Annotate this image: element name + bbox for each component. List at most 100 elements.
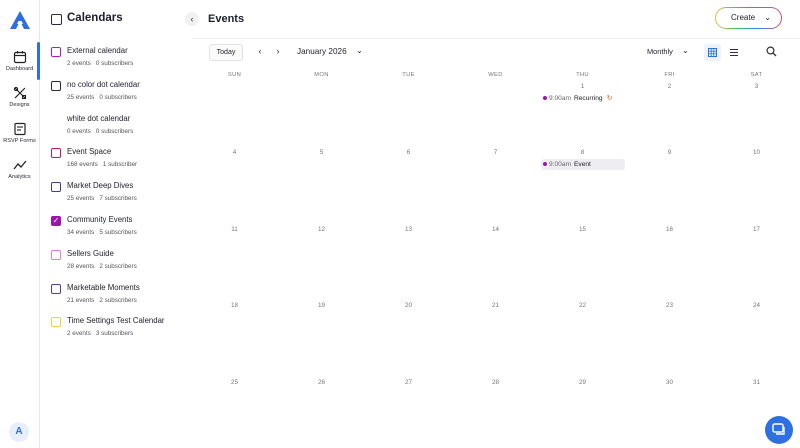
day-cell[interactable]: 25 [191,379,278,386]
day-cell[interactable]: 16 [626,226,713,233]
day-cell[interactable]: 6 [365,149,452,156]
calendar-checkbox[interactable] [51,80,61,91]
day-cell[interactable]: 22 [539,302,626,309]
subscriber-count: 1 subscriber [102,161,138,169]
calendar-item[interactable]: Market Deep Dives 25 events 7 subscribers [50,181,192,211]
chat-support-button[interactable] [765,416,793,444]
calendar-checkbox[interactable] [51,283,61,294]
calendar-item[interactable]: Marketable Moments 21 events 2 subscribers [50,283,192,313]
app-root: Dashboard Designs RSVP Forms Analytics A… [0,0,800,448]
nav-item-dashboard[interactable]: Dashboard [0,50,39,82]
day-cell[interactable]: 9 [626,149,713,156]
nav-item-analytics[interactable]: Analytics [0,158,39,190]
day-cell[interactable]: 3 [713,83,800,90]
day-cell[interactable]: 17 [713,226,800,233]
calendar-name: Event Space [67,147,112,157]
select-all-checkbox[interactable] [51,14,62,25]
day-cell[interactable]: 15 [539,226,626,233]
calendars-title: Calendars [67,12,123,24]
event-count: 2 events [67,60,91,67]
calendar-checkbox[interactable] [51,182,61,193]
day-cell[interactable]: 27 [365,379,452,386]
list-view-icon[interactable] [729,48,739,57]
chevron-right-icon: › [276,46,280,56]
calendar-checkbox[interactable] [51,148,61,159]
day-cell[interactable]: 20 [365,302,452,309]
day-cell[interactable]: 1 [539,83,626,90]
create-button[interactable]: Create ⌄ [715,7,782,29]
calendar-item[interactable]: Event Space 168 events 1 subscriber [50,147,192,177]
day-cell[interactable]: 8 [539,149,626,156]
day-cell[interactable]: 11 [191,226,278,233]
calendar-meta: 2 events 0 subscribers [67,60,133,67]
day-cell[interactable]: 26 [278,379,365,386]
event-count: 21 events [67,296,95,304]
calendar-checkbox[interactable] [51,249,61,260]
day-cell[interactable]: 19 [278,302,365,309]
event-color-dot [543,161,547,166]
calendar-checkbox[interactable] [51,317,61,328]
day-cell[interactable]: 28 [452,379,539,386]
chevron-down-icon[interactable]: ⌄ [682,46,689,55]
calendar-meta: 168 events 1 subscriber [67,161,137,168]
left-nav: Dashboard Designs RSVP Forms Analytics A [0,0,40,448]
search-icon[interactable] [766,46,777,57]
day-cell[interactable]: 18 [191,302,278,309]
day-cell[interactable]: 24 [713,302,800,309]
day-cell[interactable]: 10 [713,149,800,156]
day-cell[interactable]: 4 [191,149,278,156]
calendar-item[interactable]: ✓ Community Events 34 events 5 subscribers [50,215,192,245]
event-count: 25 events [67,93,95,101]
day-cell[interactable]: 23 [626,302,713,309]
grid-view-button[interactable] [704,44,721,61]
nav-item-label: Analytics [8,174,31,180]
nav-item-rsvp-forms[interactable]: RSVP Forms [0,122,39,154]
form-icon [13,122,26,136]
day-cell[interactable]: 13 [365,226,452,233]
next-month-button[interactable]: › [272,46,284,56]
calendar-name: white dot calendar [67,113,131,123]
day-cell[interactable]: 31 [713,379,800,386]
calendar-meta: 2 events 3 subscribers [67,330,133,337]
prev-month-button[interactable]: ‹ [254,46,266,56]
calendar-item[interactable]: Time Settings Test Calendar 2 events 3 sub… [50,316,192,346]
event-color-dot [543,95,547,100]
nav-item-designs[interactable]: Designs [0,86,39,118]
chevron-down-icon[interactable]: ⌄ [356,46,363,55]
designs-icon [13,86,26,100]
calendar-name: Time Settings Test Calendar [67,316,165,326]
calendar-checkbox[interactable] [51,115,61,125]
weekday-header: MON [314,72,329,78]
today-button[interactable]: Today [209,44,243,61]
subscriber-count: 3 subscribers [95,330,134,338]
weekday-header: THU [576,72,589,78]
day-cell[interactable]: 29 [539,379,626,386]
calendar-checkbox[interactable]: ✓ [51,216,61,226]
calendar-item[interactable]: white dot calendar 0 events 0 subscribers [50,114,192,144]
event-chip[interactable]: 9:00am Recurring ↻ [541,93,612,104]
subscriber-count: 7 subscribers [99,195,137,203]
recurring-icon: ↻ [606,95,613,102]
calendar-checkbox[interactable] [51,47,61,57]
calendar-name: Sellers Guide [67,248,114,258]
day-cell[interactable]: 14 [452,226,539,233]
day-cell[interactable]: 30 [626,379,713,386]
month-label[interactable]: January 2026 [297,47,347,56]
day-cell[interactable]: 2 [626,83,713,90]
event-count: 168 events [67,161,98,169]
nav-item-label: Designs [9,102,30,108]
calendar-item[interactable]: no color dot calendar 25 events 0 subscrib… [50,80,192,110]
calendar-item[interactable]: Sellers Guide 28 events 2 subscribers [50,249,192,279]
calendar-item[interactable]: External calendar 2 events 0 subscribers [50,46,192,76]
calendar-meta: 0 events 0 subscribers [67,128,133,135]
day-cell[interactable]: 7 [452,149,539,156]
day-cell[interactable]: 12 [278,226,365,233]
avatar[interactable]: A [9,422,29,442]
grid-icon [708,48,717,57]
event-chip[interactable]: 9:00am Event [541,159,625,170]
view-select[interactable]: Monthly [647,47,673,56]
app-logo-icon[interactable] [10,11,30,29]
day-cell[interactable]: 21 [452,302,539,309]
day-cell[interactable]: 5 [278,149,365,156]
main-area: Events Create ⌄ Today ‹ › January 2026 ⌄… [192,0,800,448]
